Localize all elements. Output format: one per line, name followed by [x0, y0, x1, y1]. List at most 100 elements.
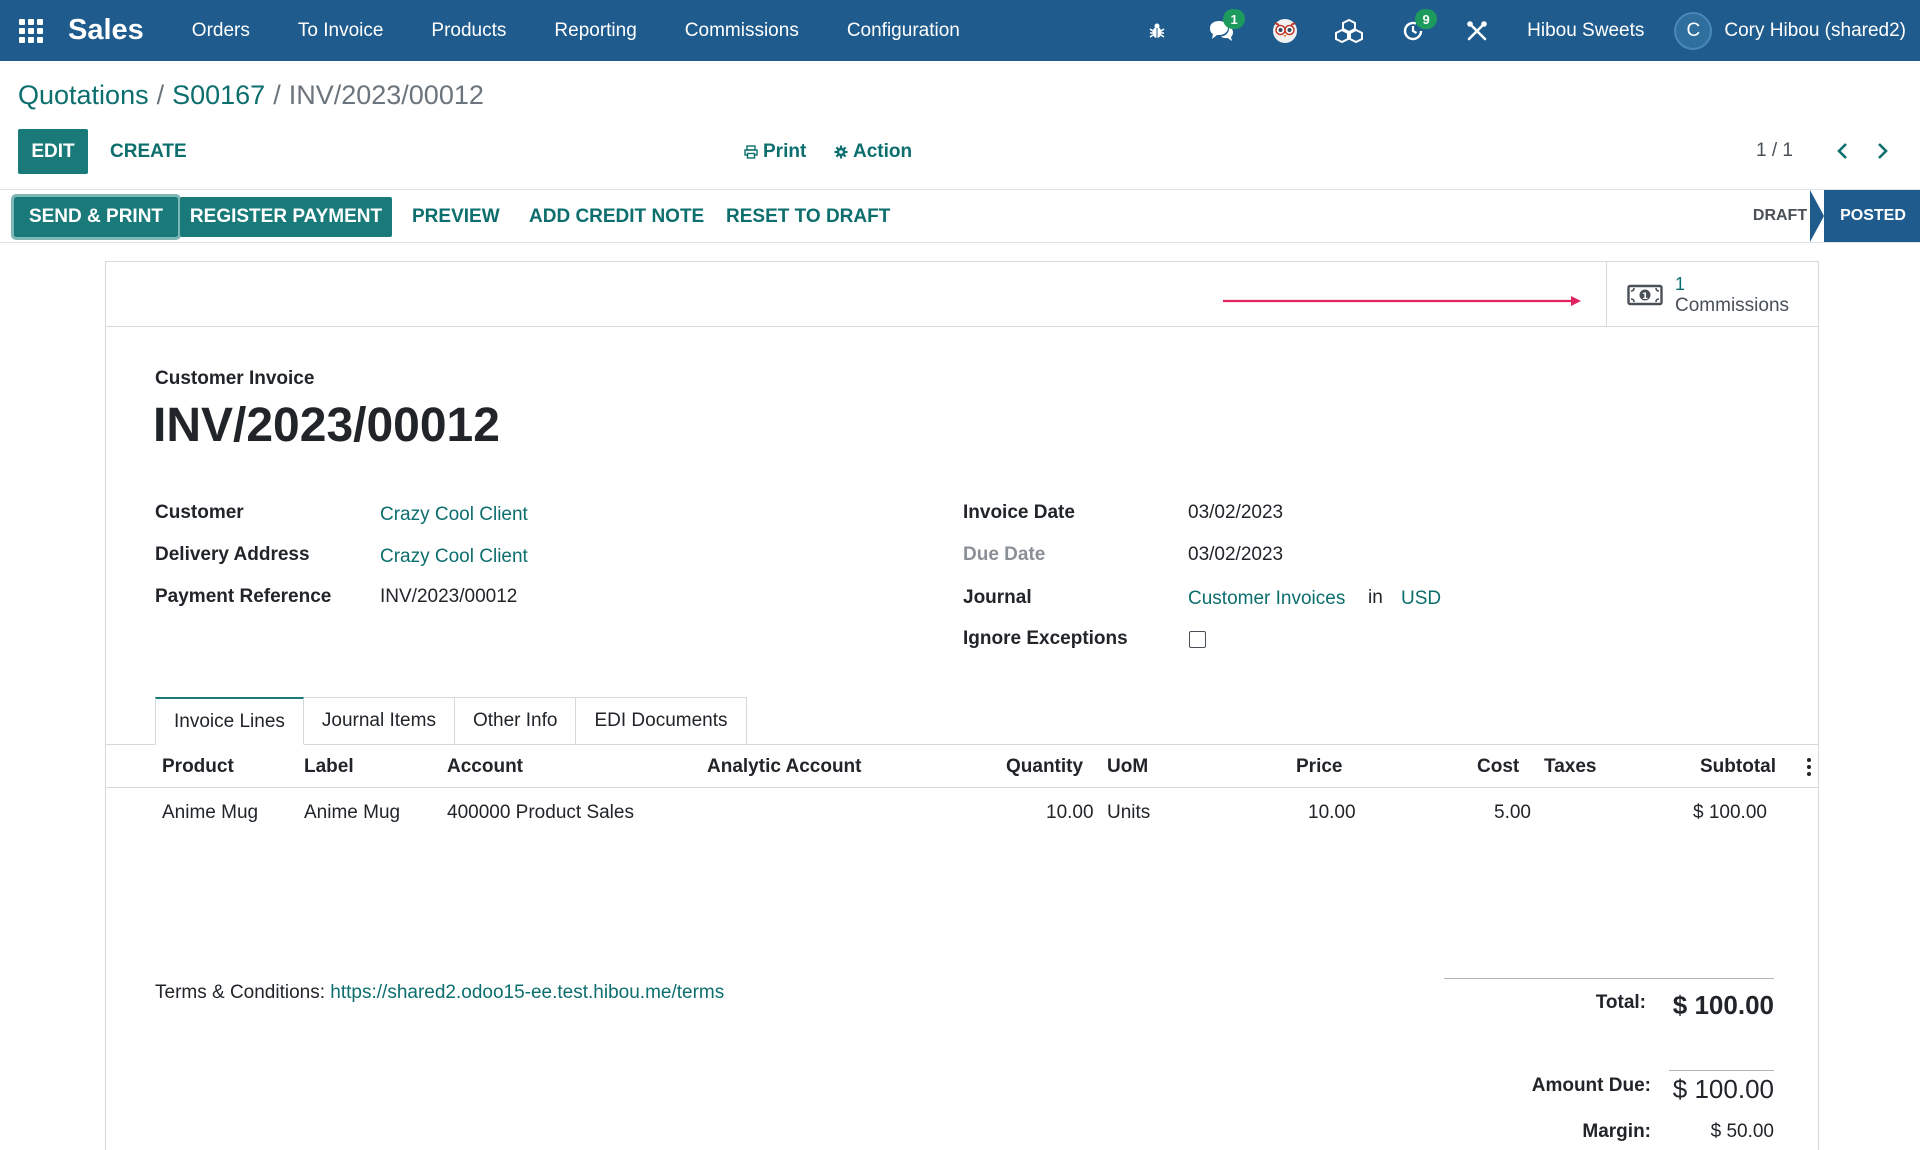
optional-columns-toggle[interactable] [1806, 758, 1812, 776]
create-button[interactable]: CREATE [110, 140, 187, 164]
owl-button[interactable] [1253, 0, 1317, 61]
payment-reference-label: Payment Reference [155, 586, 332, 607]
line-label[interactable]: Anime Mug [304, 802, 400, 824]
preview-button[interactable]: PREVIEW [412, 205, 500, 229]
company-switcher[interactable]: Hibou Sweets [1509, 20, 1674, 42]
reset-to-draft-button[interactable]: RESET TO DRAFT [726, 205, 890, 229]
payment-reference-value: INV/2023/00012 [380, 586, 518, 607]
pager-value[interactable]: 1 / 1 [1756, 140, 1793, 162]
breadcrumb-quotations[interactable]: Quotations [18, 80, 149, 110]
notebook-tabs: Invoice Lines Journal Items Other Info E… [155, 697, 747, 745]
column-product[interactable]: Product [162, 756, 234, 778]
tab-journal-items[interactable]: Journal Items [303, 697, 455, 745]
activity-badge: 9 [1415, 9, 1438, 29]
form-sheet: 1 1 Commissions Customer Invoice INV/202… [105, 261, 1819, 1150]
button-box: 1 1 Commissions [106, 262, 1818, 327]
ignore-exceptions-label: Ignore Exceptions [963, 628, 1128, 649]
menu-commissions[interactable]: Commissions [661, 0, 823, 61]
cubes-button[interactable] [1317, 0, 1381, 61]
print-dropdown[interactable]: Print [744, 140, 806, 164]
menu-to-invoice[interactable]: To Invoice [274, 0, 408, 61]
line-quantity[interactable]: 10.00 [1046, 802, 1094, 824]
breadcrumb-sale-order[interactable]: S00167 [172, 80, 265, 110]
cubes-icon [1335, 18, 1364, 43]
user-name: Cory Hibou (shared2) [1724, 19, 1906, 41]
ignore-exceptions-checkbox[interactable] [1189, 631, 1206, 648]
debug-button[interactable] [1125, 0, 1189, 61]
tab-edi-documents[interactable]: EDI Documents [576, 697, 747, 745]
delivery-address-link[interactable]: Crazy Cool Client [380, 546, 528, 568]
main-menu: Orders To Invoice Products Reporting Com… [168, 0, 984, 61]
messaging-button[interactable]: 1 [1189, 0, 1253, 61]
breadcrumb-current: INV/2023/00012 [288, 80, 484, 110]
column-analytic-account[interactable]: Analytic Account [707, 756, 862, 778]
line-cost[interactable]: 5.00 [1494, 802, 1531, 824]
terms-link[interactable]: https://shared2.odoo15-ee.test.hibou.me/… [330, 982, 724, 1003]
column-label[interactable]: Label [304, 756, 354, 778]
register-payment-button[interactable]: REGISTER PAYMENT [180, 197, 392, 237]
menu-reporting[interactable]: Reporting [530, 0, 660, 61]
add-credit-note-button[interactable]: ADD CREDIT NOTE [529, 205, 704, 229]
totals-divider [1444, 978, 1774, 979]
column-subtotal[interactable]: Subtotal [1700, 756, 1776, 778]
column-taxes[interactable]: Taxes [1544, 756, 1596, 778]
apps-menu-button[interactable] [0, 0, 62, 61]
line-product[interactable]: Anime Mug [162, 802, 258, 824]
breadcrumb-separator: / [156, 80, 165, 110]
pager-previous-button[interactable] [1830, 137, 1854, 165]
tab-other-info[interactable]: Other Info [454, 697, 577, 745]
chevron-right-icon [1878, 143, 1888, 159]
column-quantity[interactable]: Quantity [1006, 756, 1083, 778]
money-icon: 1 [1627, 284, 1663, 305]
currency-link[interactable]: USD [1401, 588, 1441, 610]
document-type: Customer Invoice [155, 368, 315, 389]
journal-link[interactable]: Customer Invoices [1188, 588, 1345, 610]
user-menu[interactable]: C Cory Hibou (shared2) [1674, 11, 1920, 50]
svg-text:1: 1 [1642, 292, 1648, 302]
amount-due-value: $ 100.00 [1672, 1074, 1774, 1104]
due-date-label: Due Date [963, 544, 1046, 565]
print-label: Print [763, 141, 807, 162]
column-price[interactable]: Price [1296, 756, 1342, 778]
app-name[interactable]: Sales [68, 14, 144, 47]
column-cost[interactable]: Cost [1477, 756, 1519, 778]
activity-button[interactable]: 9 [1381, 0, 1445, 61]
print-icon [744, 145, 758, 159]
action-dropdown[interactable]: Action [834, 140, 912, 164]
gear-icon [834, 145, 848, 159]
status-bar: SEND & PRINT REGISTER PAYMENT PREVIEW AD… [0, 189, 1920, 243]
column-uom[interactable]: UoM [1107, 756, 1148, 778]
bug-icon [1149, 23, 1165, 38]
line-uom[interactable]: Units [1107, 802, 1150, 824]
edit-button[interactable]: EDIT [18, 129, 88, 174]
line-price[interactable]: 10.00 [1308, 802, 1356, 824]
customer-label: Customer [155, 502, 244, 523]
margin-value: $ 50.00 [1710, 1121, 1774, 1142]
customer-link[interactable]: Crazy Cool Client [380, 504, 528, 526]
terms-conditions: Terms & Conditions: https://shared2.odoo… [155, 982, 724, 1004]
margin-label: Margin: [1582, 1121, 1651, 1142]
send-print-button[interactable]: SEND & PRINT [11, 194, 181, 240]
commissions-count: 1 [1675, 273, 1686, 294]
invoice-number: INV/2023/00012 [153, 399, 500, 452]
avatar: C [1674, 11, 1713, 50]
breadcrumb: Quotations / S00167/INV/2023/00012 [18, 80, 484, 111]
column-account[interactable]: Account [447, 756, 523, 778]
tools-button[interactable] [1445, 0, 1509, 61]
menu-configuration[interactable]: Configuration [823, 0, 984, 61]
pager-next-button[interactable] [1871, 137, 1895, 165]
chat-badge: 1 [1223, 9, 1246, 29]
amount-due-label: Amount Due: [1531, 1075, 1651, 1096]
line-account[interactable]: 400000 Product Sales [447, 802, 634, 824]
commissions-smart-button[interactable]: 1 1 Commissions [1606, 262, 1818, 327]
line-subtotal[interactable]: $ 100.00 [1693, 802, 1767, 824]
journal-label: Journal [963, 587, 1032, 608]
delivery-address-label: Delivery Address [155, 544, 310, 565]
tab-invoice-lines[interactable]: Invoice Lines [155, 697, 304, 745]
invoice-date-value: 03/02/2023 [1188, 502, 1284, 523]
commissions-label: Commissions [1675, 294, 1790, 316]
menu-orders[interactable]: Orders [168, 0, 274, 61]
menu-products[interactable]: Products [407, 0, 530, 61]
journal-in-text: in [1368, 587, 1383, 608]
annotation-arrow [1223, 296, 1581, 306]
